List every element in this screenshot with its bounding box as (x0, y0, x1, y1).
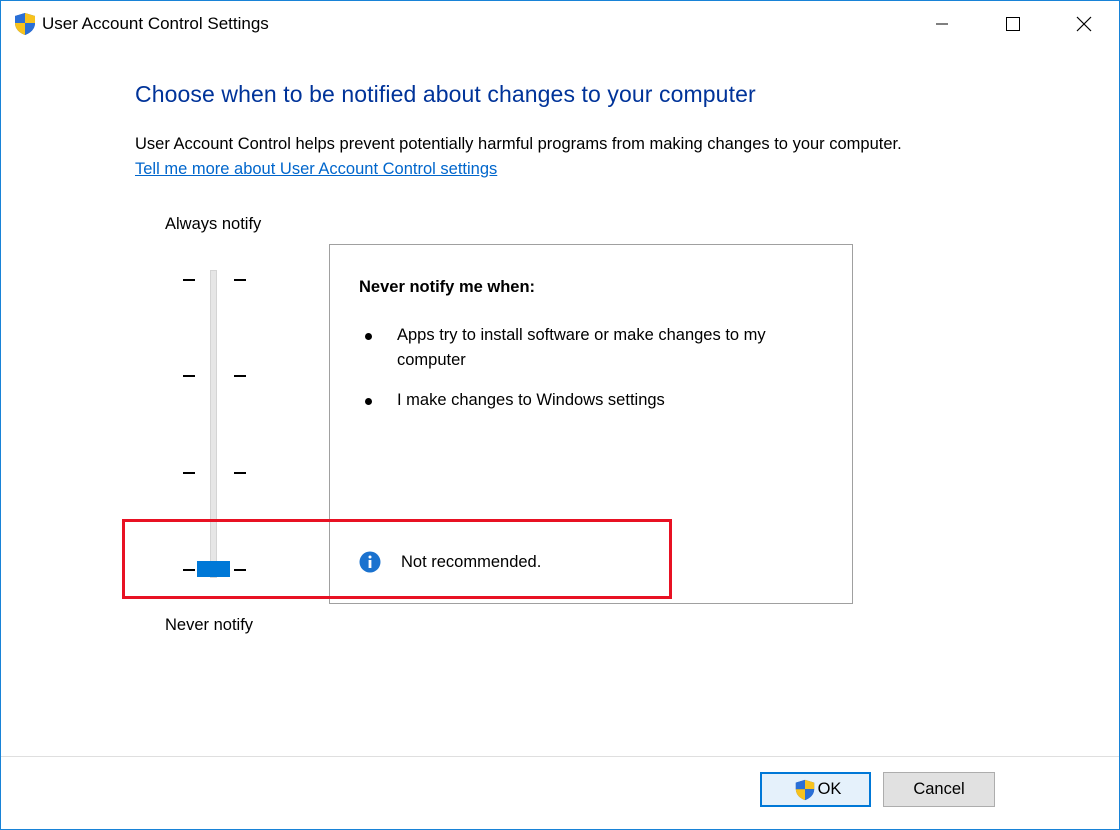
window-title: User Account Control Settings (42, 14, 269, 33)
slider-bottom-label: Never notify (165, 616, 254, 634)
description-text: User Account Control helps prevent poten… (135, 135, 902, 153)
uac-help-link[interactable]: Tell me more about User Account Control … (135, 160, 497, 179)
maximize-icon (1006, 17, 1020, 31)
cancel-button[interactable]: Cancel (883, 772, 995, 807)
slider-tick (183, 472, 195, 474)
uac-shield-icon (15, 13, 35, 35)
uac-shield-icon (795, 779, 814, 800)
maximize-button[interactable] (978, 1, 1048, 47)
list-item: Apps try to install software or make cha… (365, 323, 825, 373)
uac-settings-window: User Account Control Settings Choose whe… (0, 0, 1120, 830)
footer-divider (1, 756, 1119, 757)
minimize-button[interactable] (907, 1, 977, 47)
list-item-text: Apps try to install software or make cha… (397, 326, 766, 369)
slider-tick (234, 279, 246, 281)
page-heading: Choose when to be notified about changes… (135, 81, 756, 107)
minimize-icon (936, 23, 948, 25)
slider-tick (183, 375, 195, 377)
highlight-annotation (122, 519, 672, 599)
panel-heading: Never notify me when: (359, 278, 536, 296)
bullet-icon (365, 333, 372, 340)
list-item-text: I make changes to Windows settings (397, 391, 665, 409)
ok-button[interactable]: OK (760, 772, 871, 807)
list-item: I make changes to Windows settings (365, 388, 825, 413)
slider-tick (234, 375, 246, 377)
close-icon (1076, 16, 1092, 32)
slider-tick (234, 472, 246, 474)
bullet-icon (365, 398, 372, 405)
ok-button-label: OK (817, 780, 842, 798)
close-button[interactable] (1049, 1, 1119, 47)
cancel-button-label: Cancel (913, 780, 965, 798)
slider-top-label: Always notify (165, 215, 262, 233)
slider-tick (183, 279, 195, 281)
title-bar[interactable]: User Account Control Settings (1, 1, 1119, 47)
